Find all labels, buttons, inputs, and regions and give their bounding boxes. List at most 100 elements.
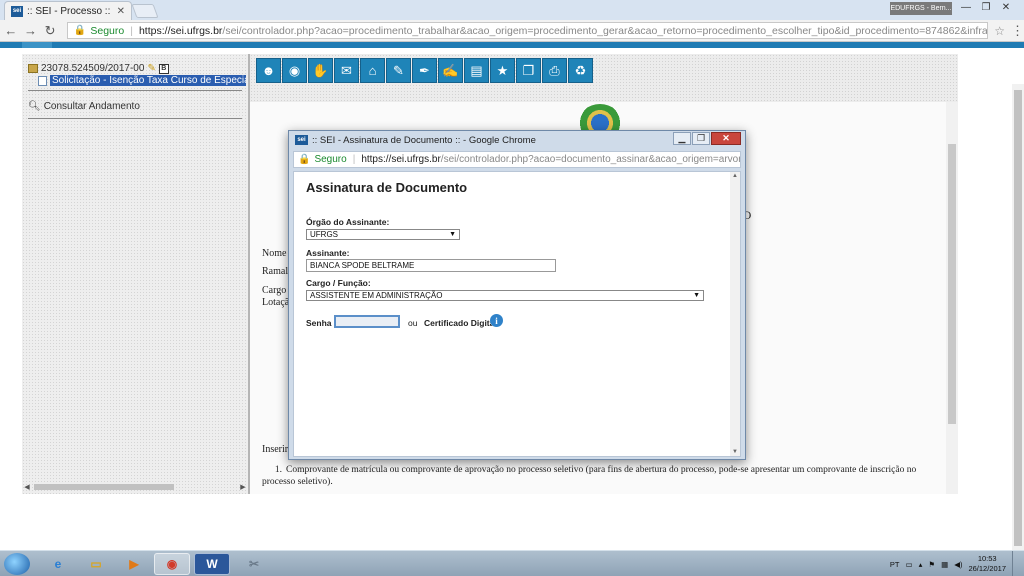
label-lotacao: Lotaçã: [262, 297, 290, 308]
scroll-down-icon[interactable]: ▼: [730, 449, 740, 455]
scroll-thumb[interactable]: [948, 144, 956, 424]
popup-titlebar[interactable]: sei :: SEI - Assinatura de Documento :: …: [289, 131, 745, 149]
page-title: Assinatura de Documento: [306, 180, 468, 195]
tree-process-node[interactable]: 23078.524509/2017-00 ✎ B: [28, 63, 169, 74]
lock-icon: 🔒: [73, 25, 87, 36]
tab-close-icon[interactable]: ✕: [117, 6, 125, 17]
scroll-thumb[interactable]: [34, 484, 174, 490]
selected-document-label[interactable]: Solicitação - Isenção Taxa Curso de Espe…: [50, 75, 246, 86]
document-edit-icon[interactable]: ✎: [386, 58, 411, 83]
forward-icon[interactable]: →: [22, 23, 40, 38]
clock-date: 26/12/2017: [968, 564, 1006, 573]
ou-label: ou: [408, 318, 418, 328]
document-vertical-scrollbar[interactable]: [946, 102, 958, 494]
volume-icon[interactable]: ◀): [954, 560, 962, 569]
address-bar[interactable]: 🔒 Seguro | https://sei.ufrgs.br /sei/con…: [66, 22, 989, 39]
trash-icon[interactable]: ♻: [568, 58, 593, 83]
clock[interactable]: 10:53 26/12/2017: [968, 554, 1006, 574]
taskbar: e ▭ ▶ ◉ W ✂ PT ▭ ▴ ⚑ ▦ ◀) 10:53 26/12/20…: [0, 550, 1024, 576]
thumbs-up-icon[interactable]: ✋: [308, 58, 333, 83]
network-icon[interactable]: ▦: [941, 560, 948, 569]
sign-icon[interactable]: ✍: [438, 58, 463, 83]
scroll-up-icon[interactable]: ▲: [730, 173, 740, 179]
popup-content: Assinatura de Documento Órgão do Assinan…: [293, 171, 741, 457]
label-inserir: Inserir: [262, 444, 289, 455]
password-field[interactable]: [334, 315, 400, 328]
print-icon[interactable]: ⎙: [542, 58, 567, 83]
profile-badge[interactable]: EDUFRGS - Bern...: [890, 2, 952, 15]
document-toolbar: ☻ ◉ ✋ ✉ ⌂ ✎ ✒ ✍ ▤ ★ ❐ ⎙ ♻: [256, 58, 593, 83]
process-tree-pane: 23078.524509/2017-00 ✎ B Solicitação - I…: [22, 54, 248, 494]
list-item: 1. Comprovante de matrícula ou comprovant…: [262, 464, 942, 488]
scroll-right-icon[interactable]: ▶: [238, 483, 248, 491]
browser-toolbar: ← → ↻ 🔒 Seguro | https://sei.ufrgs.br /s…: [0, 20, 1024, 42]
browser-tab[interactable]: sei :: SEI - Processo :: ✕: [4, 1, 132, 20]
document-icon: [38, 75, 47, 86]
orgao-select[interactable]: UFRGS ▼: [306, 229, 460, 240]
senha-label: Senha: [306, 318, 332, 328]
tree-document-node[interactable]: Solicitação - Isenção Taxa Curso de Espe…: [38, 75, 246, 86]
flag-icon[interactable]: ⚑: [928, 560, 935, 569]
restore-icon[interactable]: ❐: [692, 132, 710, 145]
arrow-up-icon[interactable]: ▴: [919, 560, 923, 569]
snipping-tool-icon[interactable]: ✂: [236, 553, 272, 575]
cargo-value: ASSISTENTE EM ADMINISTRAÇÃO: [310, 291, 443, 300]
new-tab-button[interactable]: [131, 4, 159, 18]
popup-address-bar[interactable]: 🔒 Seguro | https://sei.ufrgs.br /sei/con…: [293, 151, 741, 168]
copy-icon[interactable]: ❐: [516, 58, 541, 83]
chrome-icon[interactable]: ◉: [154, 553, 190, 575]
pen-icon[interactable]: ✒: [412, 58, 437, 83]
consultar-label: Consultar Andamento: [43, 101, 140, 112]
signature-popup-window: sei :: SEI - Assinatura de Documento :: …: [288, 130, 746, 460]
tree-horizontal-scrollbar[interactable]: ◀ ▶: [22, 482, 248, 492]
label-nome: Nome: [262, 248, 287, 259]
cargo-label: Cargo / Função:: [306, 278, 371, 288]
assinante-field[interactable]: BIANCA SPODE BELTRAME: [306, 259, 556, 272]
url-host: https://sei.ufrgs.br: [361, 154, 441, 165]
scroll-thumb[interactable]: [1014, 90, 1022, 546]
url-path: /sei/controlador.php?acao=documento_assi…: [440, 154, 741, 165]
media-player-icon[interactable]: ▶: [116, 553, 152, 575]
word-icon[interactable]: W: [194, 553, 230, 575]
cargo-select[interactable]: ASSISTENTE EM ADMINISTRAÇÃO ▼: [306, 290, 704, 301]
restore-icon[interactable]: ❐: [976, 0, 996, 14]
orgao-value: UFRGS: [310, 230, 338, 239]
orgao-label: Órgão do Assinante:: [306, 217, 390, 227]
keyboard-icon[interactable]: ▭: [906, 560, 913, 569]
magnifier-icon: 🔍︎: [28, 101, 41, 112]
info-icon[interactable]: i: [490, 314, 503, 327]
certificado-digital-link[interactable]: Certificado Digital: [424, 318, 497, 328]
browser-menu-icon[interactable]: ⋮: [1011, 23, 1024, 39]
b-badge-icon: B: [158, 63, 169, 74]
page-vertical-scrollbar[interactable]: [1012, 84, 1024, 550]
envelope-icon[interactable]: ✉: [334, 58, 359, 83]
sei-header-band: [0, 42, 1024, 48]
books-icon[interactable]: ▤: [464, 58, 489, 83]
house-icon[interactable]: ⌂: [360, 58, 385, 83]
reload-icon[interactable]: ↻: [41, 23, 59, 39]
process-number[interactable]: 23078.524509/2017-00: [41, 63, 144, 74]
internet-explorer-icon[interactable]: e: [40, 553, 76, 575]
show-desktop-button[interactable]: [1012, 551, 1020, 576]
language-indicator[interactable]: PT: [890, 560, 900, 569]
consultar-andamento-link[interactable]: 🔍︎ Consultar Andamento: [28, 101, 140, 112]
chevron-down-icon: ▼: [693, 292, 700, 299]
secure-label: Seguro: [90, 24, 125, 37]
system-tray: PT ▭ ▴ ⚑ ▦ ◀) 10:53 26/12/2017: [890, 551, 1020, 576]
minimize-icon[interactable]: ▁: [673, 132, 691, 145]
popup-vertical-scrollbar[interactable]: ▲ ▼: [730, 172, 740, 456]
assinante-label: Assinante:: [306, 248, 350, 258]
scroll-left-icon[interactable]: ◀: [22, 483, 32, 491]
tab-title: :: SEI - Processo ::: [27, 5, 111, 17]
eye-icon[interactable]: ◉: [282, 58, 307, 83]
people-icon[interactable]: ☻: [256, 58, 281, 83]
file-explorer-icon[interactable]: ▭: [78, 553, 114, 575]
start-button[interactable]: [4, 553, 30, 575]
close-window-icon[interactable]: ✕: [711, 132, 741, 145]
star-doc-icon[interactable]: ★: [490, 58, 515, 83]
minimize-icon[interactable]: —: [956, 0, 976, 14]
back-icon[interactable]: ←: [2, 23, 20, 38]
divider: [28, 118, 242, 119]
close-window-icon[interactable]: ✕: [996, 0, 1016, 14]
bookmark-star-icon[interactable]: ☆: [988, 24, 1005, 38]
